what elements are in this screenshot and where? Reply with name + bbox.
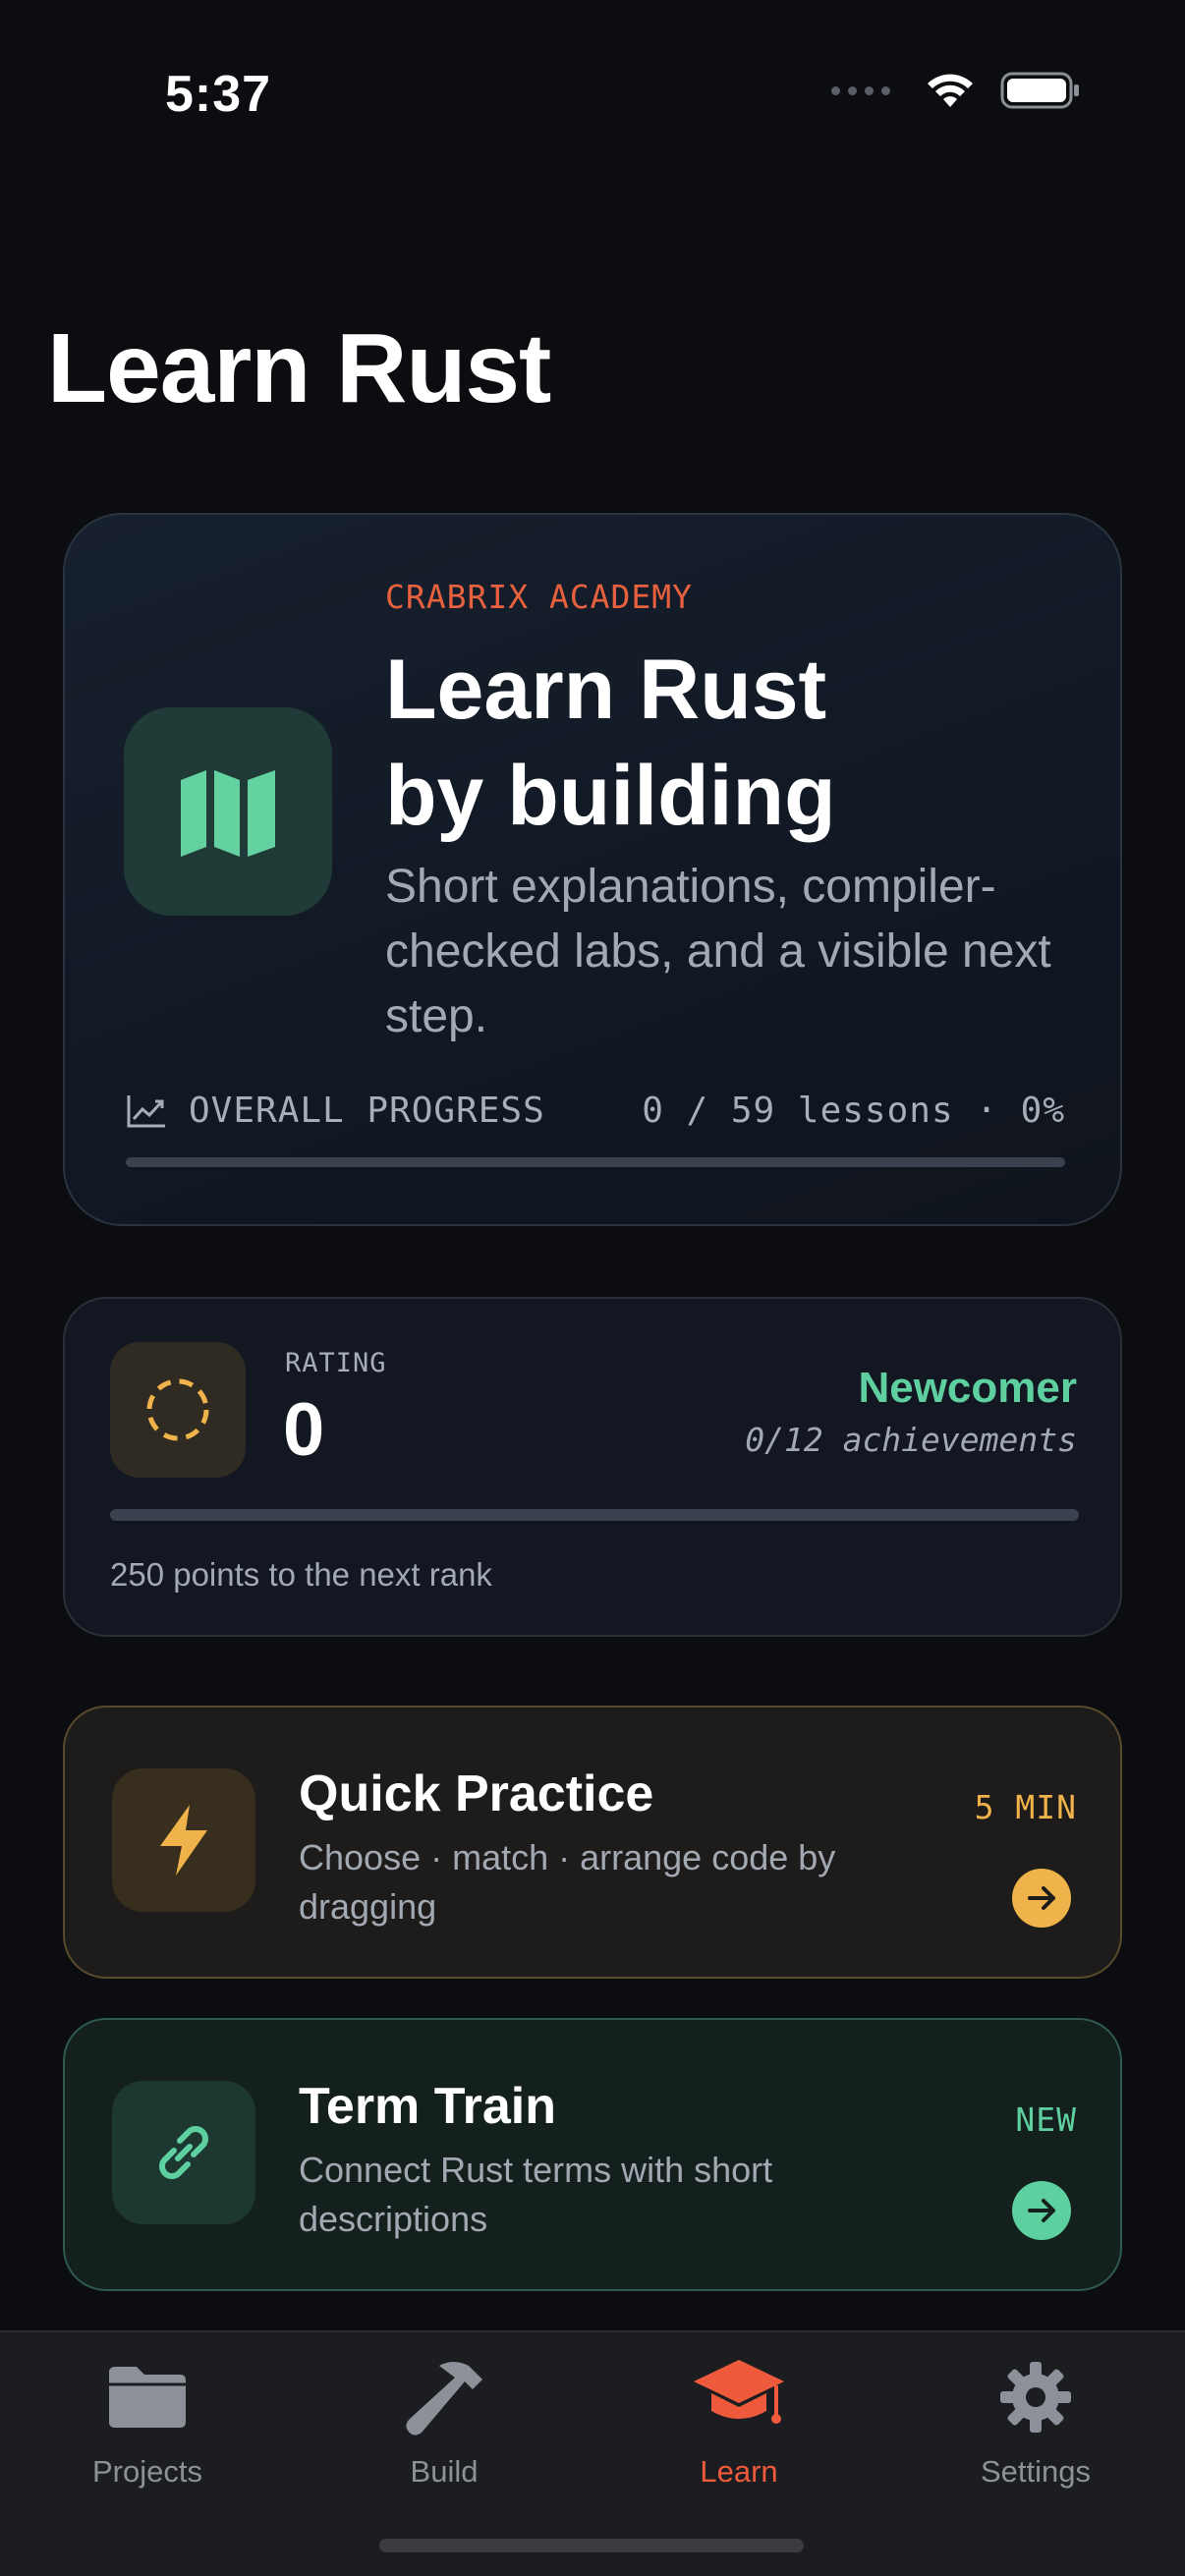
dashed-circle-icon xyxy=(110,1342,246,1478)
rank-progress-bar xyxy=(110,1509,1079,1521)
hero-subtitle: Short explanations, compiler-checked lab… xyxy=(385,861,1051,1042)
quick-practice-badge: 5 MIN xyxy=(974,1788,1077,1826)
folder-icon xyxy=(93,2350,201,2444)
overall-progress-label: OVERALL PROGRESS xyxy=(126,1091,545,1131)
arrow-right-icon[interactable] xyxy=(1012,1869,1071,1928)
tab-settings[interactable]: Settings xyxy=(928,2350,1144,2490)
rank-name: Newcomer xyxy=(858,1364,1077,1412)
gear-icon xyxy=(982,2350,1090,2444)
term-train-badge: NEW xyxy=(1015,2100,1077,2139)
rating-card[interactable]: RATING 0 Newcomer 0/12 achievements 250 … xyxy=(63,1297,1122,1637)
status-indicators xyxy=(831,71,1081,110)
page-title: Learn Rust xyxy=(47,313,551,423)
next-rank-note: 250 points to the next rank xyxy=(110,1556,492,1593)
hero-title-line-2: by building xyxy=(385,749,836,843)
tab-label: Learn xyxy=(700,2454,778,2489)
term-train-card[interactable]: Term Train Connect Rust terms with short… xyxy=(63,2018,1122,2291)
hero-eyebrow: CRABRIX ACADEMY xyxy=(385,578,694,616)
rating-value: 0 xyxy=(283,1388,325,1472)
cellular-signal-icon xyxy=(831,85,890,95)
graduation-cap-icon xyxy=(685,2350,793,2444)
rating-label: RATING xyxy=(285,1348,387,1378)
home-indicator[interactable] xyxy=(379,2539,804,2552)
chart-line-icon xyxy=(127,1094,165,1127)
tab-learn[interactable]: Learn xyxy=(631,2350,847,2490)
tab-label: Projects xyxy=(92,2454,202,2489)
progress-label-text: OVERALL PROGRESS xyxy=(189,1091,545,1131)
tab-build[interactable]: Build xyxy=(336,2350,552,2490)
progress-value: 0 / 59 lessons · 0% xyxy=(642,1091,1065,1131)
quick-practice-title: Quick Practice xyxy=(299,1765,654,1822)
map-icon xyxy=(124,707,332,916)
term-train-description: Connect Rust terms with short descriptio… xyxy=(299,2150,773,2239)
quick-practice-description: Choose · match · arrange code by draggin… xyxy=(299,1837,836,1927)
course-hero-card[interactable]: CRABRIX ACADEMY Learn Rust by building S… xyxy=(63,513,1122,1226)
tab-label: Settings xyxy=(980,2454,1091,2489)
overall-progress-bar xyxy=(126,1157,1065,1167)
hero-title: Learn Rust by building xyxy=(385,637,1073,849)
quick-practice-card[interactable]: Quick Practice Choose · match · arrange … xyxy=(63,1706,1122,1979)
wifi-icon xyxy=(928,74,973,107)
hero-title-line-1: Learn Rust xyxy=(385,643,827,737)
battery-icon xyxy=(1000,72,1079,109)
tab-projects[interactable]: Projects xyxy=(39,2350,255,2490)
term-train-title: Term Train xyxy=(299,2078,557,2135)
bolt-icon xyxy=(112,1768,255,1912)
hammer-icon xyxy=(390,2350,498,2444)
achievements-count: 0/12 achievements xyxy=(745,1421,1077,1459)
status-time: 5:37 xyxy=(165,66,272,123)
tab-label: Build xyxy=(410,2454,479,2489)
arrow-right-icon[interactable] xyxy=(1012,2181,1071,2240)
link-icon xyxy=(112,2081,255,2224)
overall-progress-row: OVERALL PROGRESS 0 / 59 lessons · 0% xyxy=(126,1091,1065,1131)
